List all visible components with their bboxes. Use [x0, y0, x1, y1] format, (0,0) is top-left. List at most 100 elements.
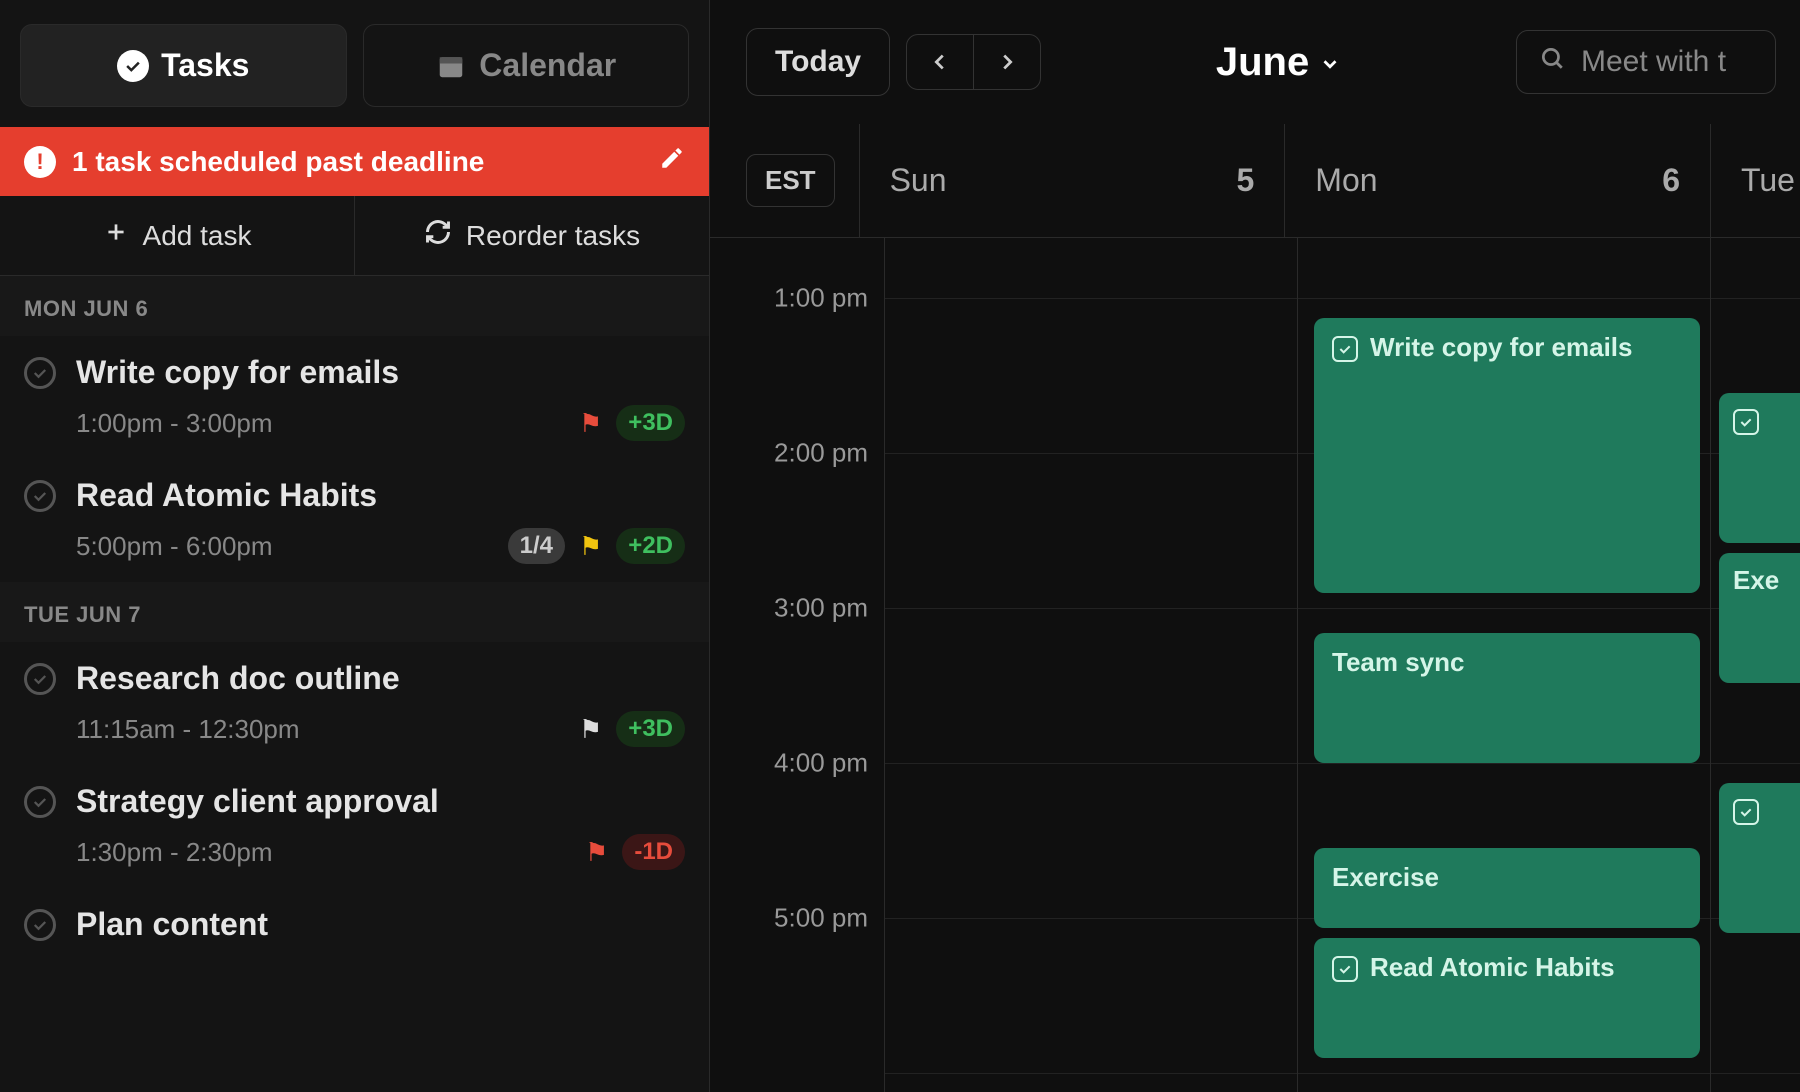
- task-title: Read Atomic Habits: [76, 477, 377, 514]
- task-checkbox[interactable]: [24, 480, 56, 512]
- reorder-tasks-button[interactable]: Reorder tasks: [355, 196, 709, 275]
- time-label: 3:00 pm: [774, 593, 868, 624]
- tab-tasks[interactable]: Tasks: [20, 24, 347, 107]
- prev-button[interactable]: [907, 35, 974, 89]
- flag-icon: ⚑: [579, 531, 602, 562]
- next-button[interactable]: [974, 35, 1040, 89]
- calendar-grid: 1:00 pm 2:00 pm 3:00 pm 4:00 pm 5:00 pm Writ…: [710, 238, 1800, 1092]
- tab-tasks-label: Tasks: [161, 47, 249, 84]
- task-checkbox[interactable]: [24, 357, 56, 389]
- plus-icon: [103, 219, 129, 252]
- nav-group: [906, 34, 1041, 90]
- event-title: Exercise: [1332, 862, 1439, 914]
- search-input[interactable]: Meet with t: [1516, 30, 1776, 94]
- task-title: Research doc outline: [76, 660, 400, 697]
- day-header-mon: Mon 6: [1284, 124, 1710, 237]
- calendar-event[interactable]: Exe: [1719, 553, 1800, 683]
- tab-calendar[interactable]: Calendar: [363, 24, 690, 107]
- flag-icon: ⚑: [585, 837, 608, 868]
- days-badge: +3D: [616, 405, 685, 441]
- task-time: 11:15am - 12:30pm: [76, 714, 300, 745]
- day-num: 6: [1662, 162, 1680, 199]
- task-title: Strategy client approval: [76, 783, 439, 820]
- event-checkbox[interactable]: [1332, 336, 1358, 362]
- day-name: Tue: [1741, 162, 1795, 199]
- calendar-event[interactable]: Read Atomic Habits: [1314, 938, 1700, 1058]
- month-selector[interactable]: June: [1216, 40, 1341, 85]
- day-num: 5: [1237, 162, 1255, 199]
- task-meta: ⚑ +3D: [579, 405, 685, 441]
- days-badge: +3D: [616, 711, 685, 747]
- event-title: Read Atomic Habits: [1370, 952, 1615, 1044]
- task-checkbox[interactable]: [24, 909, 56, 941]
- day-header: TUE JUN 7: [0, 582, 709, 642]
- search-icon: [1539, 45, 1565, 79]
- reorder-tasks-label: Reorder tasks: [466, 220, 640, 252]
- tab-calendar-label: Calendar: [479, 47, 616, 84]
- calendar-event[interactable]: Team sync: [1314, 633, 1700, 763]
- task-item[interactable]: Plan content: [0, 888, 709, 961]
- month-label-text: June: [1216, 40, 1309, 85]
- time-label: 2:00 pm: [774, 438, 868, 469]
- day-name: Sun: [890, 162, 947, 199]
- task-meta: ⚑ +3D: [579, 711, 685, 747]
- flag-icon: ⚑: [579, 408, 602, 439]
- search-text: Meet with t: [1581, 45, 1726, 79]
- day-header-sun: Sun 5: [859, 124, 1285, 237]
- edit-icon[interactable]: [659, 145, 685, 178]
- day-column-sun[interactable]: [884, 238, 1297, 1092]
- event-checkbox[interactable]: [1332, 956, 1358, 982]
- days-badge: +2D: [616, 528, 685, 564]
- task-title: Plan content: [76, 906, 268, 943]
- days-badge: -1D: [622, 834, 685, 870]
- event-checkbox[interactable]: [1733, 799, 1759, 825]
- calendar-event[interactable]: [1719, 783, 1800, 933]
- event-title: Write copy for emails: [1370, 332, 1633, 579]
- view-tabs: Tasks Calendar: [0, 0, 709, 127]
- calendar-event[interactable]: Exercise: [1314, 848, 1700, 928]
- progress-badge: 1/4: [508, 528, 565, 564]
- time-label: 4:00 pm: [774, 748, 868, 779]
- task-item[interactable]: Strategy client approval 1:30pm - 2:30pm ⚑…: [0, 765, 709, 888]
- reorder-icon: [424, 218, 452, 253]
- calendar-event[interactable]: [1719, 393, 1800, 543]
- alert-icon: !: [24, 146, 56, 178]
- today-button[interactable]: Today: [746, 28, 890, 96]
- event-checkbox[interactable]: [1733, 409, 1759, 435]
- check-circle-icon: [117, 50, 149, 82]
- add-task-label: Add task: [143, 220, 252, 252]
- task-time: 1:30pm - 2:30pm: [76, 837, 273, 868]
- task-item[interactable]: Research doc outline 11:15am - 12:30pm ⚑ +3…: [0, 642, 709, 765]
- task-time: 1:00pm - 3:00pm: [76, 408, 273, 439]
- calendar-topbar: Today June Meet with t: [710, 0, 1800, 124]
- flag-icon: ⚑: [579, 714, 602, 745]
- add-task-button[interactable]: Add task: [0, 196, 355, 275]
- deadline-alert[interactable]: ! 1 task scheduled past deadline: [0, 127, 709, 196]
- calendar-pane: Today June Meet with t EST Sun 5: [710, 0, 1800, 1092]
- task-time: 5:00pm - 6:00pm: [76, 531, 273, 562]
- task-actions: Add task Reorder tasks: [0, 196, 709, 276]
- task-title: Write copy for emails: [76, 354, 399, 391]
- day-header: MON JUN 6: [0, 276, 709, 336]
- task-item[interactable]: Read Atomic Habits 5:00pm - 6:00pm 1/4 ⚑ +2D: [0, 459, 709, 582]
- timezone-badge[interactable]: EST: [746, 154, 835, 207]
- day-name: Mon: [1315, 162, 1377, 199]
- task-checkbox[interactable]: [24, 786, 56, 818]
- chevron-down-icon: [1319, 40, 1341, 85]
- calendar-header-row: EST Sun 5 Mon 6 Tue: [710, 124, 1800, 238]
- task-meta: ⚑ -1D: [585, 834, 685, 870]
- time-label: 1:00 pm: [774, 283, 868, 314]
- calendar-icon: [435, 50, 467, 82]
- event-title: Exe: [1733, 565, 1779, 671]
- event-title: Team sync: [1332, 647, 1464, 749]
- calendar-event[interactable]: Write copy for emails: [1314, 318, 1700, 593]
- task-checkbox[interactable]: [24, 663, 56, 695]
- time-column: 1:00 pm 2:00 pm 3:00 pm 4:00 pm 5:00 pm: [746, 238, 884, 1092]
- task-meta: 1/4 ⚑ +2D: [508, 528, 685, 564]
- time-label: 5:00 pm: [774, 903, 868, 934]
- task-item[interactable]: Write copy for emails 1:00pm - 3:00pm ⚑ +3D: [0, 336, 709, 459]
- sidebar: Tasks Calendar ! 1 task scheduled past d…: [0, 0, 710, 1092]
- alert-text: 1 task scheduled past deadline: [72, 146, 484, 178]
- day-column-tue[interactable]: Exe: [1710, 238, 1800, 1092]
- day-column-mon[interactable]: Write copy for emails Team sync Exercise Re…: [1297, 238, 1710, 1092]
